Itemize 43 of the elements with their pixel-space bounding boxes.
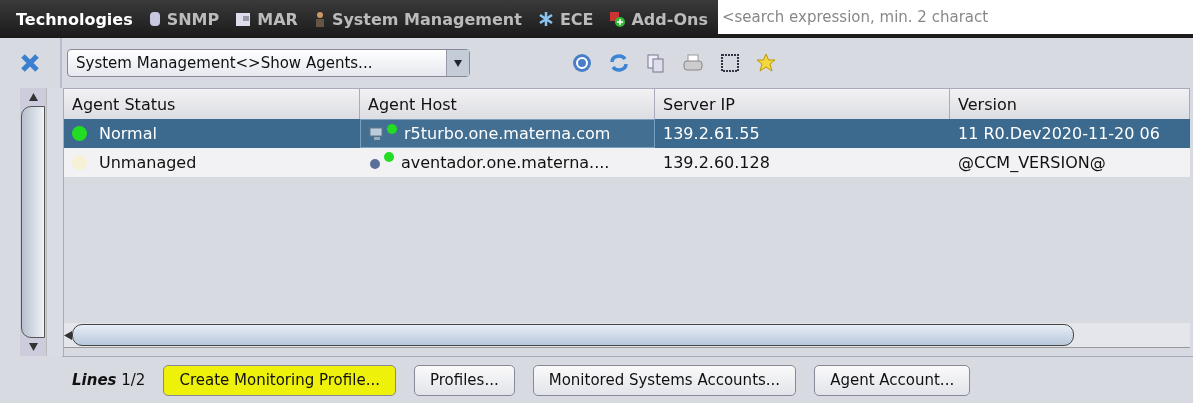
add-on-icon — [609, 11, 626, 27]
table-cell: Unmanaged — [99, 153, 197, 172]
menu-item[interactable]: System Management — [313, 9, 522, 29]
horizontal-scrollbar[interactable] — [64, 323, 1190, 348]
online-dot — [387, 124, 397, 134]
table-cell: aventador.one.materna.... — [401, 153, 610, 172]
view-dropdown[interactable]: System Management<>Show Agents... — [67, 49, 470, 77]
scroll-thumb[interactable] — [21, 106, 45, 338]
asterisk-icon — [537, 11, 554, 27]
menu-item[interactable]: ECE — [537, 9, 594, 29]
table-row[interactable]: Normal r5turbo.one.materna.com 139.2.61.55 11 R0.Dev2020-11-20 06 — [64, 119, 1190, 148]
table-cell: Normal — [99, 124, 157, 143]
person-icon — [313, 11, 326, 27]
table-cell: 139.2.60.128 — [663, 153, 770, 172]
window-icon — [235, 11, 252, 27]
select-icon[interactable] — [720, 53, 740, 73]
table-cell: r5turbo.one.materna.com — [404, 124, 611, 143]
star-icon[interactable] — [756, 53, 776, 73]
database-icon — [148, 11, 161, 27]
table-cell: @CCM_VERSION@ — [958, 153, 1106, 172]
menu-item[interactable]: MAR — [235, 9, 298, 29]
scroll-thumb[interactable] — [72, 324, 1074, 346]
action-button[interactable]: Monitored Systems Accounts... — [532, 364, 797, 396]
menu-item[interactable]: Technologies — [16, 9, 133, 29]
action-button[interactable]: Agent Account... — [814, 364, 971, 396]
menu-item[interactable]: Add-Ons — [609, 9, 708, 29]
table-cell: 139.2.61.55 — [663, 124, 760, 143]
lines-count: Lines 1/2 — [72, 371, 146, 389]
print-icon[interactable] — [682, 53, 704, 73]
help-icon[interactable] — [572, 53, 592, 73]
online-dot — [384, 152, 394, 162]
action-button[interactable]: Profiles... — [413, 364, 515, 396]
vertical-scrollbar[interactable] — [20, 88, 46, 356]
close-icon[interactable] — [20, 53, 40, 73]
search-field[interactable]: <search expression, min. 2 charact — [717, 0, 1193, 34]
copy-icon[interactable] — [646, 53, 666, 73]
menu-item[interactable]: SNMP — [148, 9, 220, 29]
table-cell: 11 R0.Dev2020-11-20 06 — [958, 124, 1160, 143]
computer-icon — [369, 125, 385, 142]
refresh-icon[interactable] — [608, 53, 630, 73]
action-button[interactable]: Create Monitoring Profile... — [163, 364, 396, 396]
caret-icon — [453, 58, 463, 68]
table-row[interactable]: Unmanaged aventador.one.materna.... 139.2.60.128 @CCM_VERSION@ — [64, 148, 1190, 177]
